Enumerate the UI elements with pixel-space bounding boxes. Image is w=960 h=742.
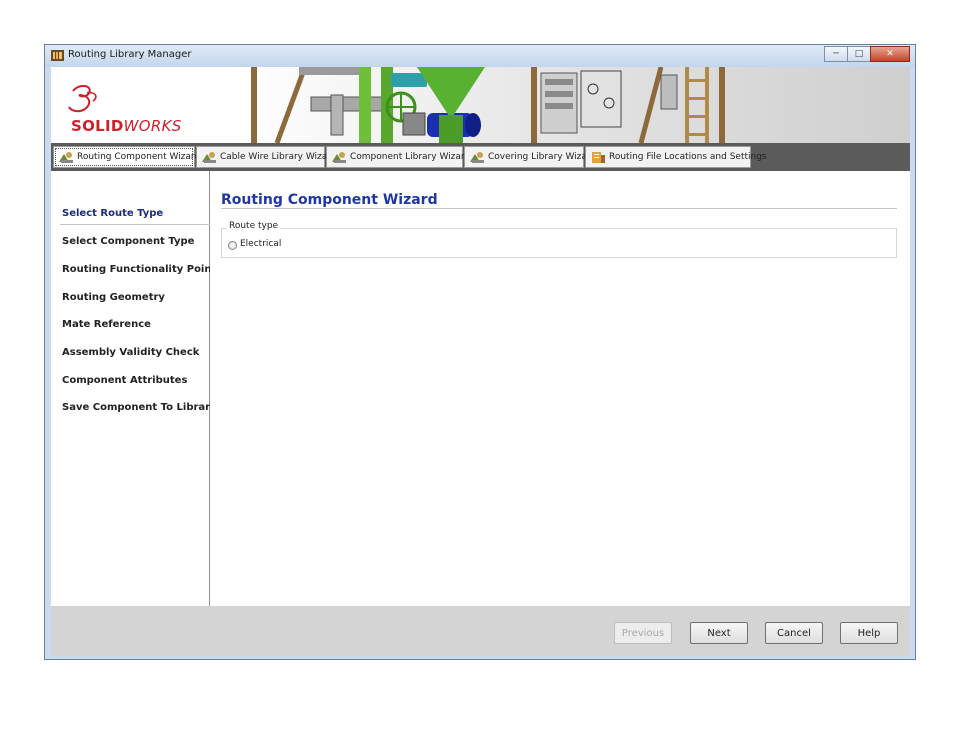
tab-routing-file-locations-and-settings[interactable]: Routing File Locations and Settings: [585, 146, 767, 168]
nav-step-select-route-type[interactable]: Select Route Type: [62, 208, 163, 219]
routing-library-manager-window: Routing Library Manager ─ □ ✕ SOLIDWORKS: [44, 44, 916, 660]
tab-component-library-wizard[interactable]: Component Library Wizard: [326, 146, 470, 168]
page-title: Routing Component Wizard: [221, 192, 438, 208]
tab-routing-component-wizard[interactable]: Routing Component Wizard: [53, 146, 200, 168]
nav-step-save-component-to-library[interactable]: Save Component To Library: [62, 402, 217, 413]
electrical-radio-label[interactable]: Electrical: [240, 239, 281, 249]
previous-button[interactable]: Previous: [614, 622, 672, 644]
wizard-footer: Previous Next Cancel Help: [51, 606, 910, 656]
close-icon[interactable]: ✕: [870, 46, 910, 62]
maximize-icon[interactable]: □: [847, 46, 871, 62]
component-library-icon: [332, 152, 346, 163]
wizard-content: Routing Component Wizard Route type Elec…: [210, 171, 910, 606]
wizard-tab-bar: Routing Component Wizard Cable Wire Libr…: [51, 143, 910, 171]
title-divider: [221, 208, 897, 209]
nav-step-component-attributes[interactable]: Component Attributes: [62, 375, 187, 386]
window-controls: ─ □ ✕: [824, 46, 910, 62]
cable-wire-icon: [202, 152, 216, 163]
nav-step-routing-geometry[interactable]: Routing Geometry: [62, 292, 165, 303]
cancel-button[interactable]: Cancel: [765, 622, 823, 644]
tab-cable-wire-library-wizard[interactable]: Cable Wire Library Wizard: [196, 146, 337, 168]
app-icon: [51, 50, 64, 61]
route-type-group: [221, 228, 897, 258]
nav-step-routing-functionality-points[interactable]: Routing Functionality Points: [62, 264, 222, 275]
banner: SOLIDWORKS: [51, 67, 910, 143]
tab-covering-library-wizard[interactable]: Covering Library Wizard: [464, 146, 596, 168]
solidworks-logo: SOLIDWORKS: [71, 117, 182, 135]
route-type-group-label: Route type: [227, 221, 281, 231]
selected-step-divider: [60, 224, 210, 225]
next-button[interactable]: Next: [690, 622, 748, 644]
nav-step-assembly-validity-check[interactable]: Assembly Validity Check: [62, 347, 199, 358]
minimize-icon[interactable]: ─: [824, 46, 848, 62]
ds-logo-icon: [68, 85, 97, 113]
covering-library-icon: [470, 152, 484, 163]
routing-component-icon: [59, 152, 73, 163]
title-bar[interactable]: Routing Library Manager ─ □ ✕: [45, 45, 915, 67]
nav-step-mate-reference[interactable]: Mate Reference: [62, 319, 151, 330]
client-area: SOLIDWORKS Routing Component Wizard Cabl…: [51, 67, 910, 656]
plant-illustration: [241, 67, 910, 143]
electrical-radio[interactable]: [228, 241, 237, 250]
file-locations-icon: [592, 152, 605, 163]
wizard-steps-sidebar: Select Route Type Select Component Type …: [51, 171, 222, 606]
nav-step-select-component-type[interactable]: Select Component Type: [62, 236, 194, 247]
help-button[interactable]: Help: [840, 622, 898, 644]
window-title: Routing Library Manager: [68, 49, 192, 60]
